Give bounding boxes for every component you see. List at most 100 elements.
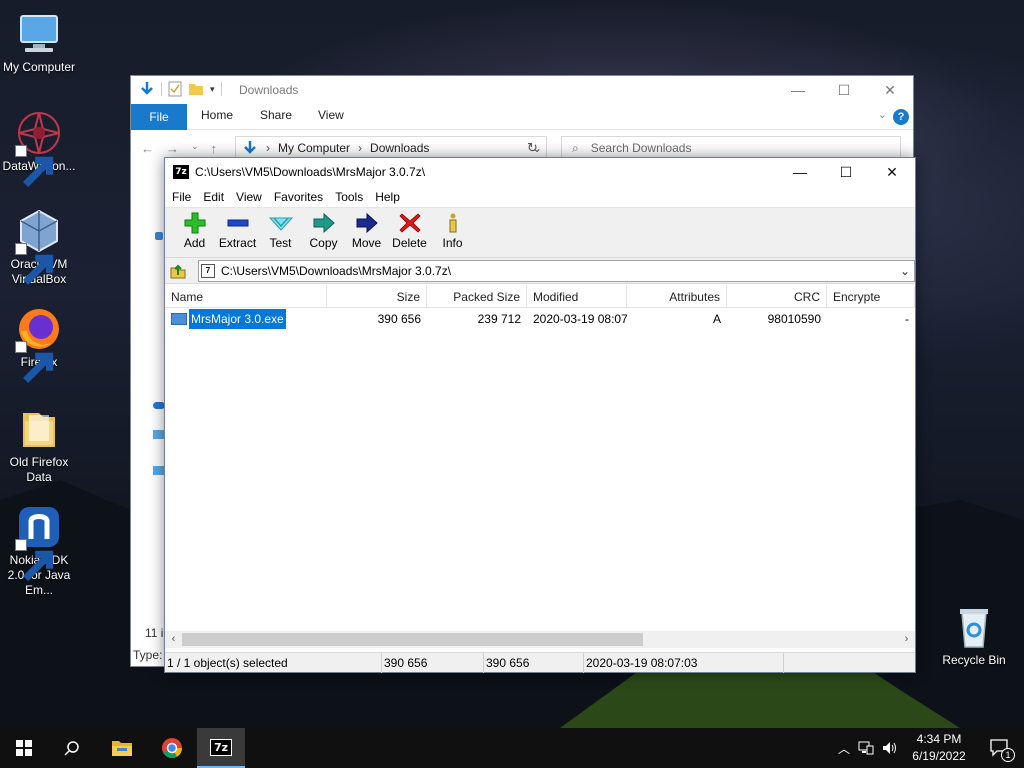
taskbar-7zip[interactable]: 7z bbox=[197, 728, 245, 768]
download-arrow-icon[interactable] bbox=[139, 81, 155, 97]
column-encrypted[interactable]: Encrypte bbox=[827, 286, 915, 308]
quick-access-toolbar: ▾ bbox=[139, 81, 222, 97]
refresh-icon[interactable]: ↻ bbox=[527, 140, 538, 156]
file-attributes: A bbox=[712, 312, 721, 326]
minimize-button[interactable]: — bbox=[777, 158, 823, 186]
7zip-file-list[interactable]: Name Size Packed Size Modified Attribute… bbox=[165, 286, 915, 631]
file-size: 390 656 bbox=[377, 312, 421, 326]
status-selection: 1 / 1 object(s) selected bbox=[165, 653, 382, 673]
breadcrumb-my-computer[interactable]: My Computer bbox=[278, 141, 350, 155]
folder-icon bbox=[15, 405, 63, 453]
desktop-icon-old-firefox-data[interactable]: Old Firefox Data bbox=[0, 405, 78, 485]
close-button[interactable]: ✕ bbox=[869, 158, 915, 186]
column-name[interactable]: Name bbox=[165, 286, 327, 308]
menu-help[interactable]: Help bbox=[375, 190, 407, 204]
ribbon-expand-icon[interactable]: ⌄ bbox=[878, 108, 887, 121]
action-center-button[interactable]: 1 bbox=[976, 728, 1024, 768]
column-crc[interactable]: CRC bbox=[727, 286, 827, 308]
desktop-icon-datawagon[interactable]: DataWagon... bbox=[0, 109, 78, 187]
file-name-cell[interactable]: MrsMajor 3.0.exe bbox=[171, 309, 287, 329]
menu-view[interactable]: View bbox=[236, 190, 269, 204]
shortcut-arrow-icon bbox=[15, 243, 54, 285]
menu-favorites[interactable]: Favorites bbox=[274, 190, 330, 204]
new-folder-icon[interactable] bbox=[188, 81, 204, 97]
recent-locations-icon[interactable]: ⌄ bbox=[191, 141, 199, 156]
taskbar-search-button[interactable] bbox=[48, 728, 96, 768]
desktop-icon-recycle-bin[interactable]: Recycle Bin bbox=[935, 603, 1013, 668]
extract-button[interactable]: Extract bbox=[216, 208, 259, 257]
forward-arrow-icon[interactable]: → bbox=[166, 141, 179, 156]
pin-icon[interactable] bbox=[155, 232, 163, 240]
download-folder-icon bbox=[244, 141, 256, 154]
7zip-path-combobox[interactable]: 7 C:\Users\VM5\Downloads\MrsMajor 3.0.7z… bbox=[198, 260, 915, 282]
help-icon[interactable]: ? bbox=[893, 109, 909, 125]
firefox-icon bbox=[15, 305, 63, 383]
desktop-icon-nokia-sdk[interactable]: Nokia SDK 2.0 for Java Em... bbox=[0, 503, 78, 598]
status-modified: 2020-03-19 08:07:03 bbox=[584, 653, 784, 673]
explorer-titlebar[interactable]: ▾ Downloads — ☐ ✕ bbox=[131, 76, 913, 104]
column-packed-size[interactable]: Packed Size bbox=[427, 286, 527, 308]
horizontal-scrollbar[interactable]: ‹ › bbox=[165, 631, 915, 648]
minimize-button[interactable]: — bbox=[775, 76, 821, 104]
chrome-icon bbox=[162, 738, 183, 759]
tab-share[interactable]: Share bbox=[260, 108, 292, 122]
back-arrow-icon[interactable]: ← bbox=[141, 141, 154, 156]
move-button[interactable]: Move bbox=[345, 208, 388, 257]
qat-dropdown-icon[interactable]: ▾ bbox=[210, 84, 215, 95]
explorer-ribbon: File Home Share View ⌄ ? bbox=[131, 104, 913, 130]
table-row[interactable]: MrsMajor 3.0.exe 390 656 239 712 2020-03… bbox=[165, 309, 915, 329]
taskbar-clock[interactable]: 4:34 PM 6/19/2022 bbox=[908, 731, 970, 765]
delete-button[interactable]: Delete bbox=[388, 208, 431, 257]
show-hidden-icons-icon[interactable]: ︿ bbox=[838, 740, 850, 757]
tab-home[interactable]: Home bbox=[201, 108, 233, 122]
taskbar-file-explorer[interactable] bbox=[98, 728, 146, 768]
scroll-right-icon[interactable]: › bbox=[898, 632, 915, 647]
7zip-taskbar-icon: 7z bbox=[209, 738, 233, 756]
menu-tools[interactable]: Tools bbox=[335, 190, 370, 204]
volume-icon[interactable] bbox=[882, 741, 898, 755]
desktop-icon-label: My Computer bbox=[2, 60, 76, 74]
menu-edit[interactable]: Edit bbox=[203, 190, 231, 204]
tab-view[interactable]: View bbox=[318, 108, 344, 122]
tab-file[interactable]: File bbox=[131, 104, 187, 130]
folder-icon bbox=[112, 741, 132, 756]
add-button[interactable]: Add bbox=[173, 208, 216, 257]
properties-icon[interactable] bbox=[168, 81, 182, 97]
taskbar-chrome[interactable] bbox=[148, 728, 196, 768]
up-folder-icon[interactable] bbox=[169, 262, 187, 280]
desktop-icon-my-computer[interactable]: My Computer bbox=[0, 10, 78, 75]
path-dropdown-icon[interactable]: ⌄ bbox=[900, 264, 910, 278]
test-button[interactable]: Test bbox=[259, 208, 302, 257]
column-size[interactable]: Size bbox=[327, 286, 427, 308]
7zip-title: C:\Users\VM5\Downloads\MrsMajor 3.0.7z\ bbox=[195, 165, 426, 179]
copy-button[interactable]: Copy bbox=[302, 208, 345, 257]
desktop-icon-virtualbox[interactable]: Oracle VM VirtualBox bbox=[0, 207, 78, 287]
up-arrow-icon[interactable]: ↑ bbox=[211, 141, 218, 156]
copy-arrow-icon bbox=[313, 212, 335, 234]
scrollbar-thumb[interactable] bbox=[182, 633, 643, 646]
clock-time: 4:34 PM bbox=[916, 732, 962, 746]
file-modified: 2020-03-19 08:07 bbox=[533, 312, 627, 326]
desktop-icon-firefox[interactable]: Firefox bbox=[0, 305, 78, 383]
breadcrumb-separator-icon: › bbox=[266, 141, 270, 155]
close-button[interactable]: ✕ bbox=[867, 76, 913, 104]
7zip-window[interactable]: 7z C:\Users\VM5\Downloads\MrsMajor 3.0.7… bbox=[164, 157, 916, 673]
navigation-pane bbox=[131, 164, 165, 644]
maximize-button[interactable]: ☐ bbox=[821, 76, 867, 104]
start-button[interactable] bbox=[0, 728, 48, 768]
column-modified[interactable]: Modified bbox=[527, 286, 627, 308]
system-tray: ︿ bbox=[838, 728, 898, 768]
shortcut-arrow-icon bbox=[15, 341, 54, 383]
file-name: MrsMajor 3.0.exe bbox=[188, 309, 287, 329]
breadcrumb-downloads[interactable]: Downloads bbox=[370, 141, 429, 155]
info-button[interactable]: Info bbox=[431, 208, 474, 257]
column-attributes[interactable]: Attributes bbox=[627, 286, 727, 308]
menu-file[interactable]: File bbox=[172, 190, 198, 204]
network-icon[interactable] bbox=[858, 741, 874, 755]
add-label: Add bbox=[183, 236, 206, 250]
maximize-button[interactable]: ☐ bbox=[823, 158, 869, 186]
7zip-titlebar[interactable]: 7z C:\Users\VM5\Downloads\MrsMajor 3.0.7… bbox=[165, 158, 915, 186]
search-icon: ⌕ bbox=[572, 140, 579, 155]
archive-icon: 7 bbox=[201, 264, 215, 278]
scroll-left-icon[interactable]: ‹ bbox=[165, 632, 182, 647]
